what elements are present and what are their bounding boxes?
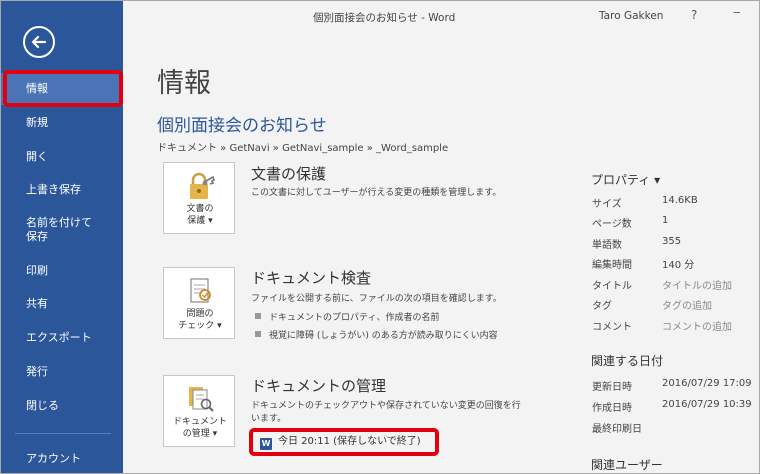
sidebar-item-open[interactable]: 開く — [1, 141, 123, 173]
sidebar-item-save-as[interactable]: 名前を付けて 保存 — [1, 213, 123, 249]
prop-label: 編集時間 — [592, 260, 632, 271]
document-name: 個別面接会のお知らせ — [157, 116, 327, 136]
inspect-section-desc: ファイルを公開する前に、ファイルの次の項目を確認します。 — [251, 294, 502, 304]
manage-tile-label: ドキュメント の管理 ▾ — [172, 417, 227, 439]
inspect-bullet: 視覚に障碍 (しょうがい) のある方が読み取りにくい内容 — [255, 328, 498, 341]
prop-label: タイトル — [592, 281, 632, 292]
prop-value: 355 — [662, 236, 682, 247]
sidebar-item-new[interactable]: 新規 — [1, 107, 123, 139]
info-highlight-box — [3, 70, 123, 107]
manage-section-desc: ドキュメントのチェックアウトや保存されていない変更の回復を行います。 — [251, 401, 521, 424]
properties-dropdown[interactable]: プロパティ ▾ — [591, 171, 660, 188]
inspect-document-icon — [190, 278, 211, 303]
inspect-section-title: ドキュメント検査 — [251, 269, 372, 287]
protect-tile-label: 文書の 保護 ▾ — [186, 204, 214, 226]
breadcrumb[interactable]: ドキュメント » GetNavi » GetNavi_sample » _Wor… — [157, 139, 448, 154]
check-issues-button[interactable]: 問題の チェック ▾ — [163, 267, 235, 339]
prop-label: ページ数 — [592, 219, 632, 230]
user-name[interactable]: Taro Gakken — [599, 10, 663, 22]
prop-title-field[interactable]: タイトルの追加 — [662, 277, 732, 292]
prop-value: 1 — [662, 215, 669, 226]
lock-key-icon — [190, 172, 215, 199]
sidebar-item-close[interactable]: 閉じる — [1, 390, 123, 422]
prop-label: コメント — [592, 322, 632, 333]
back-arrow-icon — [31, 35, 47, 49]
prop-value: 14.6KB — [662, 195, 698, 206]
date-label: 最終印刷日 — [592, 424, 642, 435]
prop-label: 単語数 — [592, 240, 622, 251]
manage-document-button[interactable]: ドキュメント の管理 ▾ — [163, 375, 235, 447]
date-value: 2016/07/29 10:39 — [662, 399, 752, 410]
version-highlight-box — [249, 428, 439, 456]
manage-section-title: ドキュメントの管理 — [251, 377, 387, 395]
inspect-tile-label: 問題の チェック ▾ — [178, 309, 222, 331]
protect-document-button[interactable]: 文書の 保護 ▾ — [163, 162, 235, 234]
minimize-icon[interactable]: ‒ — [733, 5, 741, 19]
sidebar-item-save[interactable]: 上書き保存 — [1, 174, 123, 206]
prop-comments-field[interactable]: コメントの追加 — [662, 318, 732, 333]
page-title: 情報 — [157, 68, 211, 99]
sidebar-item-publish[interactable]: 発行 — [1, 356, 123, 388]
title-bar: 個別面接会のお知らせ - Word Taro Gakken ? ‒ — [123, 1, 759, 33]
prop-value: 140 分 — [662, 260, 695, 271]
protect-section-desc: この文書に対してユーザーが行える変更の種類を管理します。 — [251, 188, 502, 198]
protect-section-title: 文書の保護 — [251, 165, 327, 183]
manage-document-icon — [189, 387, 214, 412]
window-title: 個別面接会のお知らせ - Word — [313, 12, 456, 24]
back-button[interactable] — [23, 26, 55, 58]
backstage-main: 個別面接会のお知らせ - Word Taro Gakken ? ‒ 情報 個別面… — [123, 1, 759, 473]
sidebar-divider — [15, 433, 111, 434]
prop-label: サイズ — [592, 199, 622, 210]
sidebar-item-account[interactable]: アカウント — [1, 443, 123, 473]
help-icon[interactable]: ? — [691, 8, 697, 22]
inspect-bullet: ドキュメントのプロパティ、作成者の名前 — [255, 310, 439, 323]
prop-label: タグ — [592, 301, 612, 312]
date-label: 更新日時 — [592, 382, 632, 393]
word-backstage-window: 情報 新規 開く 上書き保存 名前を付けて 保存 印刷 共有 エクスポート 発行… — [0, 0, 760, 474]
sidebar-item-export[interactable]: エクスポート — [1, 322, 123, 354]
date-label: 作成日時 — [592, 403, 632, 414]
sidebar-item-share[interactable]: 共有 — [1, 288, 123, 320]
date-value: 2016/07/29 17:09 — [662, 378, 752, 389]
prop-tags-field[interactable]: タグの追加 — [662, 297, 712, 312]
related-users-heading: 関連ユーザー — [591, 458, 663, 472]
related-dates-heading: 関連する日付 — [591, 354, 664, 368]
sidebar-item-print[interactable]: 印刷 — [1, 255, 123, 287]
